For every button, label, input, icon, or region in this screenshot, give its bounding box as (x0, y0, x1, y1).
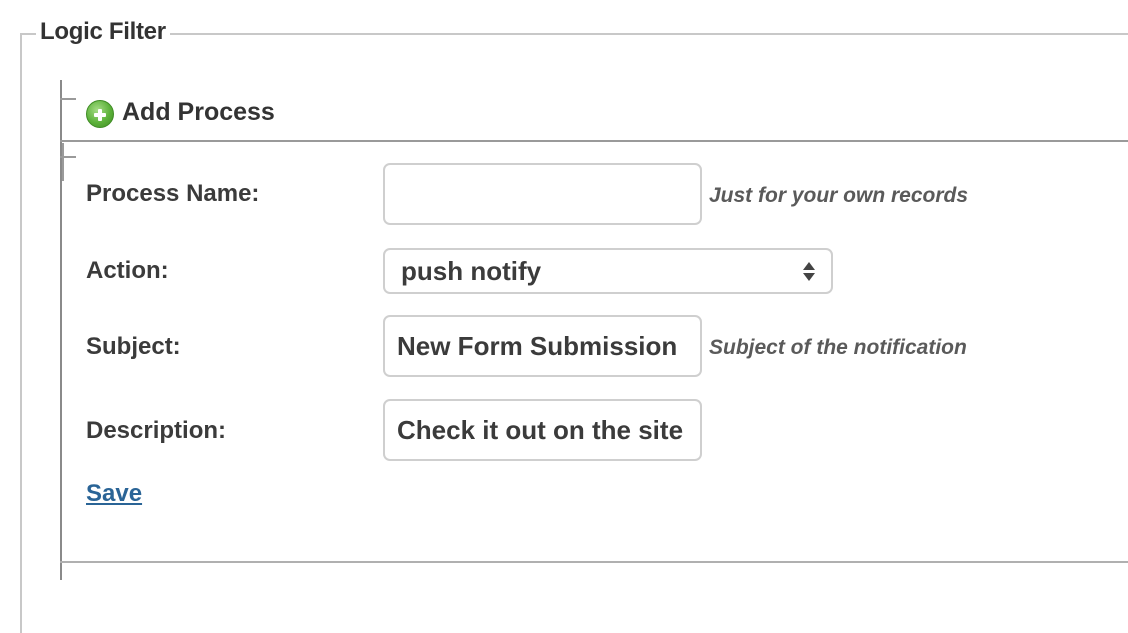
action-select[interactable]: push notify (383, 248, 833, 294)
subject-hint: Subject of the notification (709, 336, 967, 359)
process-name-label: Process Name: (86, 180, 260, 207)
subject-input[interactable]: New Form Submission (383, 315, 702, 377)
tree-connector-tick (62, 143, 64, 181)
chevron-updown-icon (803, 261, 815, 281)
action-label: Action: (86, 257, 169, 284)
subject-label: Subject: (86, 333, 181, 360)
section-divider (60, 561, 1128, 563)
action-selected-value: push notify (401, 255, 542, 286)
description-input[interactable]: Check it out on the site (383, 399, 702, 461)
save-link[interactable]: Save (86, 480, 142, 508)
add-process-label: Add Process (122, 97, 275, 126)
add-process-button[interactable]: Add Process (86, 96, 275, 128)
tree-connector-tick (60, 98, 76, 100)
logic-filter-legend: Logic Filter (36, 18, 170, 46)
section-divider (60, 140, 1128, 142)
process-name-input[interactable] (383, 163, 702, 225)
process-name-hint: Just for your own records (709, 184, 969, 207)
plus-circle-icon (86, 100, 114, 128)
description-label: Description: (86, 417, 227, 444)
